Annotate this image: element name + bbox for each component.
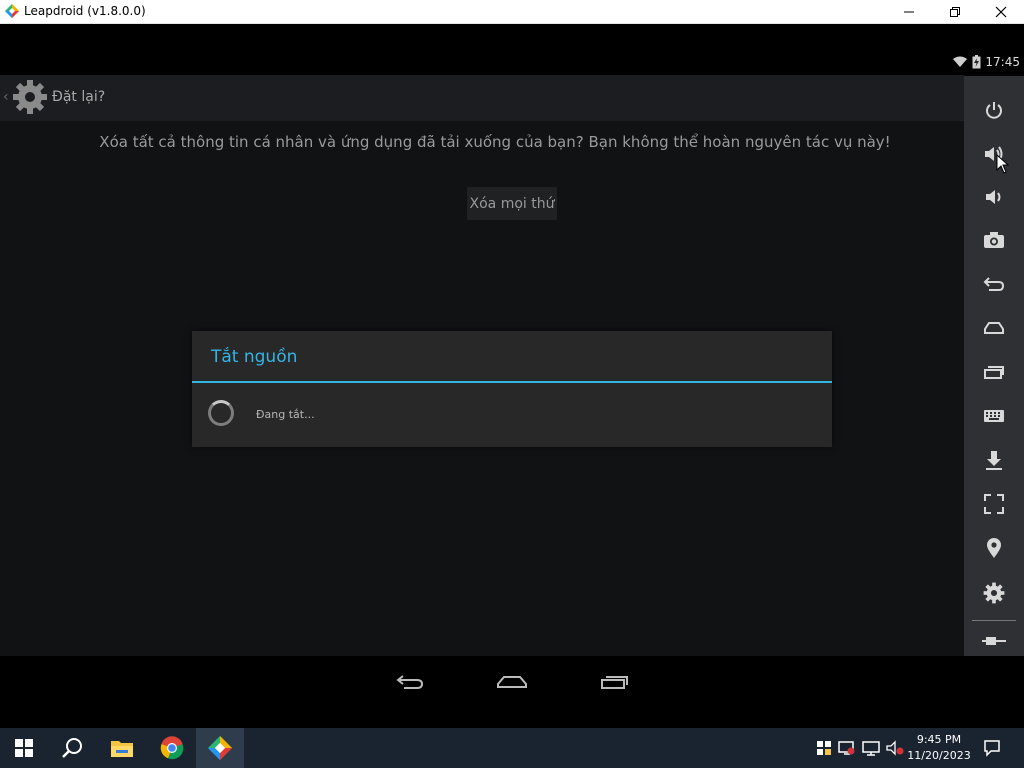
keyboard-button[interactable] — [964, 396, 1024, 436]
recent-apps-button[interactable] — [964, 352, 1024, 392]
window-title: Leapdroid (v1.8.0.0) — [24, 4, 146, 18]
battery-charging-icon — [972, 55, 981, 69]
nav-recents-button[interactable] — [593, 666, 637, 698]
volume-down-icon — [986, 190, 1001, 204]
settings-gear-icon — [983, 582, 1005, 604]
install-apk-button[interactable] — [964, 440, 1024, 480]
leapdroid-icon — [5, 4, 19, 18]
loading-spinner-icon — [208, 400, 234, 426]
tray-volume[interactable] — [884, 728, 906, 768]
tray-display[interactable] — [836, 728, 858, 768]
android-statusbar: 17:45 — [0, 52, 1024, 77]
taskbar-search-button[interactable] — [48, 728, 96, 768]
dialog-title: Tắt nguồn — [211, 347, 298, 367]
settings-gear-icon[interactable] — [12, 79, 48, 115]
tray-defender[interactable] — [814, 728, 834, 768]
dialog-message: Đang tắt... — [256, 408, 315, 421]
power-button[interactable] — [964, 90, 1024, 130]
collapse-sidebar-button[interactable] — [964, 621, 1024, 661]
nav-home-button[interactable] — [490, 666, 534, 698]
close-button[interactable] — [978, 0, 1024, 23]
start-button[interactable] — [0, 728, 48, 768]
volume-down-button[interactable] — [964, 177, 1024, 217]
camera-icon — [984, 232, 1004, 248]
home-icon — [497, 676, 527, 688]
chrome-icon — [160, 736, 184, 760]
power-icon — [986, 102, 1002, 119]
leapdroid-taskbar-button[interactable] — [196, 728, 244, 768]
fullscreen-icon — [984, 494, 1004, 514]
home-icon — [984, 322, 1004, 334]
emulator-sidebar — [964, 76, 1024, 672]
status-time: 17:45 — [985, 55, 1020, 69]
android-navbar — [0, 656, 1024, 727]
power-off-dialog: Tắt nguồn Đang tắt... — [192, 331, 832, 447]
recents-icon — [601, 676, 628, 689]
page-title: Đặt lại? — [52, 89, 106, 105]
chrome-button[interactable] — [148, 728, 196, 768]
notification-icon — [984, 740, 1000, 757]
dialog-divider — [192, 381, 832, 383]
back-icon — [983, 277, 1005, 291]
download-apk-icon — [986, 451, 1002, 470]
windows-start-icon — [15, 739, 33, 757]
action-center-button[interactable] — [980, 728, 1004, 768]
restore-icon — [950, 6, 960, 17]
file-explorer-icon — [111, 741, 133, 757]
android-screen: ‹ Đặt lại? Xóa tất cả thông tin cá nhân … — [0, 75, 964, 656]
mouse-cursor-icon — [996, 154, 1010, 174]
tray-network[interactable] — [860, 728, 882, 768]
wifi-icon — [953, 56, 968, 67]
location-button[interactable] — [964, 528, 1024, 568]
shield-flag-icon — [817, 741, 831, 755]
restore-button[interactable] — [932, 0, 978, 23]
minimize-button[interactable] — [886, 0, 932, 23]
back-button[interactable] — [964, 264, 1024, 304]
keyboard-icon — [984, 410, 1004, 422]
reset-description: Xóa tất cả thông tin cá nhân và ứng dụng… — [99, 133, 891, 151]
collapse-icon — [982, 637, 1006, 645]
nav-back-button[interactable] — [388, 666, 432, 698]
emulator-area: 17:45 ‹ Đặt lại? Xóa tất cả thông tin cá… — [0, 24, 1024, 727]
display-warning-icon — [838, 741, 855, 755]
close-icon — [995, 6, 1007, 17]
volume-muted-icon — [886, 740, 904, 756]
minimize-icon — [904, 11, 914, 12]
settings-header: ‹ Đặt lại? — [0, 75, 964, 121]
search-icon — [62, 738, 82, 758]
recent-apps-icon — [984, 366, 1004, 379]
leapdroid-icon — [208, 736, 232, 760]
chevron-left-icon[interactable]: ‹ — [3, 89, 9, 105]
taskbar-clock[interactable]: 9:45 PM 11/20/2023 — [904, 732, 974, 764]
location-icon — [987, 538, 1001, 558]
windows-taskbar: 9:45 PM 11/20/2023 — [0, 728, 1024, 768]
fullscreen-button[interactable] — [964, 484, 1024, 524]
file-explorer-button[interactable] — [98, 728, 146, 768]
network-icon — [862, 741, 880, 756]
home-button[interactable] — [964, 308, 1024, 348]
window-titlebar: Leapdroid (v1.8.0.0) — [0, 0, 1024, 24]
clock-time: 9:45 PM — [916, 733, 962, 746]
volume-up-button[interactable] — [964, 134, 1024, 174]
screenshot-button[interactable] — [964, 220, 1024, 260]
settings-button[interactable] — [964, 573, 1024, 613]
clock-date: 11/20/2023 — [907, 749, 971, 762]
erase-everything-button[interactable]: Xóa mọi thứ — [467, 187, 557, 220]
back-icon — [396, 675, 424, 689]
